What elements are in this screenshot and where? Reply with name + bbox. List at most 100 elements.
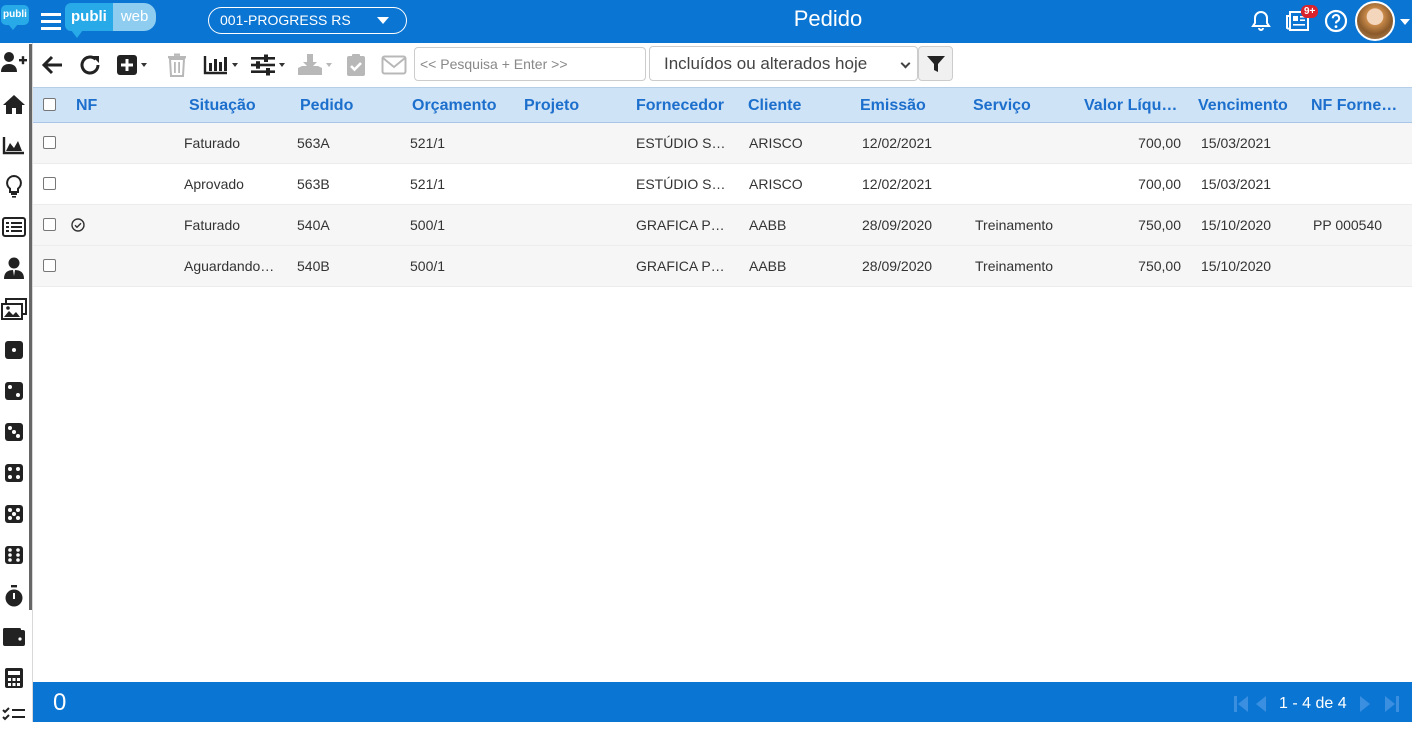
next-page-icon[interactable] (1359, 695, 1371, 713)
sidebar-scrollbar[interactable] (29, 44, 32, 610)
brand-logo[interactable]: publi web (65, 3, 157, 38)
column-header-projeto[interactable]: Projeto (524, 88, 579, 123)
cell-emissao: 28/09/2020 (862, 258, 933, 274)
cell-valor-liquido: 700,00 (1138, 176, 1181, 192)
cell-emissao: 28/09/2020 (862, 217, 933, 233)
wallet-icon[interactable] (0, 623, 28, 651)
download-tray-icon[interactable] (297, 51, 332, 79)
column-header-servico[interactable]: Serviço (973, 88, 1031, 123)
brand-left-text: publi (65, 3, 113, 31)
dice-three-icon[interactable] (0, 418, 28, 446)
chevron-down-icon (279, 63, 285, 67)
cell-servico: Treinamento (975, 217, 1054, 233)
search-input[interactable] (414, 47, 646, 81)
cell-emissao: 12/02/2021 (862, 135, 933, 151)
table-row[interactable]: Faturado 540A 500/1 GRAFICA P… AABB 28/0… (33, 205, 1412, 246)
mini-logo[interactable]: publi (0, 0, 33, 43)
row-checkbox[interactable] (43, 218, 56, 231)
cell-fornecedor: ESTÚDIO S… (636, 176, 726, 192)
cell-orcamento: 500/1 (410, 217, 446, 233)
envelope-icon[interactable] (381, 51, 407, 79)
last-page-icon[interactable] (1384, 695, 1400, 713)
calculator-icon[interactable] (0, 664, 28, 692)
company-select-value: 001-PROGRESS RS (220, 12, 351, 28)
cell-cliente: AABB (749, 217, 787, 233)
column-header-fornecedor[interactable]: Fornecedor (636, 88, 724, 123)
bell-icon[interactable] (1250, 10, 1272, 32)
cell-projeto (523, 123, 628, 163)
cell-fornecedor: GRAFICA P… (636, 217, 725, 233)
chevron-down-icon (232, 63, 238, 67)
user-avatar[interactable] (1355, 1, 1395, 41)
dice-four-icon[interactable] (0, 459, 28, 487)
add-user-icon[interactable] (0, 48, 28, 76)
dice-one-icon[interactable] (0, 336, 28, 364)
cell-vencimento: 15/03/2021 (1201, 176, 1272, 192)
mini-logo-text: publi (1, 5, 29, 25)
cell-fornecedor: ESTÚDIO S… (636, 135, 726, 151)
stopwatch-icon[interactable] (0, 582, 28, 610)
row-checkbox[interactable] (43, 259, 56, 272)
refresh-icon[interactable] (78, 51, 102, 79)
cell-servico (975, 164, 1080, 204)
orders-grid: NF Situação Pedido Orçamento Projeto For… (33, 87, 1412, 287)
settings-sliders-button[interactable] (250, 51, 285, 79)
add-new-button[interactable] (116, 51, 147, 79)
area-chart-icon[interactable] (0, 131, 28, 159)
table-row[interactable]: Faturado 563A 521/1 ESTÚDIO S… ARISCO 12… (33, 123, 1412, 164)
chevron-down-icon[interactable] (1400, 19, 1410, 25)
dice-two-icon[interactable] (0, 377, 28, 405)
cell-fornecedor: GRAFICA P… (636, 258, 725, 274)
back-arrow-icon[interactable] (41, 51, 65, 79)
chevron-down-icon (377, 17, 389, 24)
sidebar: publi (0, 0, 33, 722)
cell-nf-fornecedor: PP 000540 (1313, 217, 1383, 233)
previous-page-icon[interactable] (1255, 695, 1267, 713)
company-select[interactable]: 001-PROGRESS RS (208, 7, 407, 34)
column-header-nf-fornecedor[interactable]: NF Forne… (1311, 88, 1397, 123)
column-header-situacao[interactable]: Situação (189, 88, 256, 123)
lightbulb-icon[interactable] (0, 172, 28, 200)
dice-five-icon[interactable] (0, 500, 28, 528)
cell-vencimento: 15/10/2020 (1201, 258, 1272, 274)
row-checkbox[interactable] (43, 177, 56, 190)
list-icon[interactable] (0, 213, 28, 241)
row-checkbox[interactable] (43, 136, 56, 149)
hamburger-menu-icon[interactable] (40, 10, 62, 32)
cell-orcamento: 521/1 (410, 176, 446, 192)
chevron-down-icon (326, 63, 332, 67)
home-icon[interactable] (0, 90, 28, 118)
column-header-pedido[interactable]: Pedido (300, 88, 353, 123)
filter-button[interactable] (918, 46, 953, 81)
cell-projeto (523, 246, 628, 286)
trash-icon[interactable] (167, 51, 187, 79)
period-filter-select[interactable]: Incluídos ou alterados hoje (649, 46, 918, 81)
cell-emissao: 12/02/2021 (862, 176, 933, 192)
cell-servico: Treinamento (975, 258, 1054, 274)
dice-six-icon[interactable] (0, 541, 28, 569)
cell-cliente: AABB (749, 258, 787, 274)
report-chart-button[interactable] (203, 51, 238, 79)
column-header-valor-liquido[interactable]: Valor Líqu… (1084, 88, 1177, 123)
user-tie-icon[interactable] (0, 254, 28, 282)
cell-projeto (523, 164, 628, 204)
check-circle-icon (71, 218, 85, 232)
column-header-emissao[interactable]: Emissão (860, 88, 926, 123)
cell-pedido: 540A (297, 217, 330, 233)
footer-bar: 0 1 - 4 de 4 (33, 682, 1412, 722)
images-icon[interactable] (0, 295, 28, 323)
column-header-orcamento[interactable]: Orçamento (412, 88, 496, 123)
select-all-checkbox[interactable] (43, 98, 56, 111)
cell-vencimento: 15/03/2021 (1201, 135, 1272, 151)
column-header-cliente[interactable]: Cliente (748, 88, 801, 123)
first-page-icon[interactable] (1233, 695, 1249, 713)
help-icon[interactable] (1324, 9, 1348, 33)
column-header-vencimento[interactable]: Vencimento (1198, 88, 1288, 123)
table-row[interactable]: Aprovado 563B 521/1 ESTÚDIO S… ARISCO 12… (33, 164, 1412, 205)
period-filter-value: Incluídos ou alterados hoje (664, 54, 868, 73)
table-row[interactable]: Aguardando… 540B 500/1 GRAFICA P… AABB 2… (33, 246, 1412, 287)
clipboard-check-icon[interactable] (346, 51, 366, 79)
column-header-nf[interactable]: NF (76, 88, 97, 123)
tasks-icon[interactable] (0, 702, 28, 730)
cell-nf-fornecedor (1313, 123, 1412, 163)
